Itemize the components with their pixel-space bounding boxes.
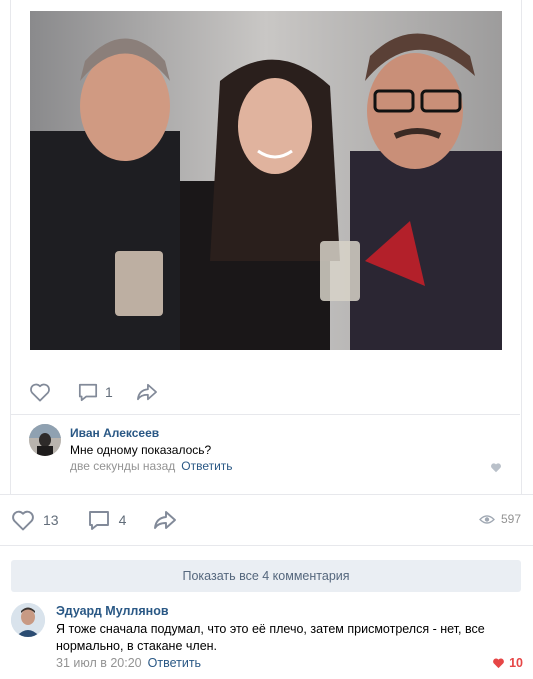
heart-icon — [12, 510, 34, 531]
comment-meta: две секунды назад Ответить — [70, 459, 233, 473]
reply-link[interactable]: Ответить — [148, 656, 201, 670]
divider — [11, 414, 520, 415]
comment-text: Я тоже сначала подумал, что это её плечо… — [56, 622, 485, 653]
comment-like-count: 10 — [509, 656, 523, 670]
comment-meta: 31 июл в 20:20 Ответить — [56, 656, 201, 670]
post-photo[interactable] — [30, 11, 502, 350]
heart-icon — [493, 658, 504, 669]
comment-like-button[interactable]: 10 — [492, 656, 523, 670]
comment-count: 4 — [118, 512, 127, 528]
eye-icon — [479, 514, 495, 524]
share-button[interactable] — [135, 382, 159, 402]
avatar[interactable] — [11, 603, 45, 637]
divider — [0, 494, 533, 495]
avatar[interactable] — [29, 424, 61, 456]
divider — [0, 545, 533, 546]
share-icon — [136, 383, 157, 401]
comment-icon — [78, 383, 98, 402]
heart-icon — [491, 463, 501, 473]
comment-button[interactable]: 4 — [87, 509, 127, 531]
comment-count: 1 — [105, 384, 113, 400]
share-button[interactable] — [152, 509, 178, 531]
comment-author[interactable]: Эдуард Муллянов — [56, 604, 169, 618]
reposted-post-actions: 1 — [29, 378, 159, 406]
comment-text: Мне одному показалось? — [70, 443, 212, 457]
show-all-comments-button[interactable]: Показать все 4 комментария — [11, 560, 521, 592]
comment-time[interactable]: две секунды назад — [70, 459, 175, 473]
like-button[interactable] — [29, 382, 51, 402]
post-actions: 13 4 — [11, 508, 178, 532]
like-button[interactable]: 13 — [11, 509, 59, 531]
comment: Иван Алексеев Мне одному показалось? две… — [29, 424, 504, 478]
share-icon — [154, 511, 177, 529]
views-count: 597 — [500, 512, 521, 526]
comment-author[interactable]: Иван Алексеев — [70, 426, 159, 440]
comment-button[interactable]: 1 — [77, 382, 113, 402]
like-count: 13 — [43, 512, 59, 528]
comment-time[interactable]: 31 июл в 20:20 — [56, 656, 142, 670]
comment: Эдуард Муллянов Я тоже сначала подумал, … — [11, 603, 523, 673]
reply-link[interactable]: Ответить — [181, 459, 232, 473]
comment-icon — [88, 511, 109, 530]
comment-like-button[interactable] — [490, 460, 502, 478]
heart-icon — [30, 383, 50, 402]
views-counter: 597 — [479, 512, 521, 526]
